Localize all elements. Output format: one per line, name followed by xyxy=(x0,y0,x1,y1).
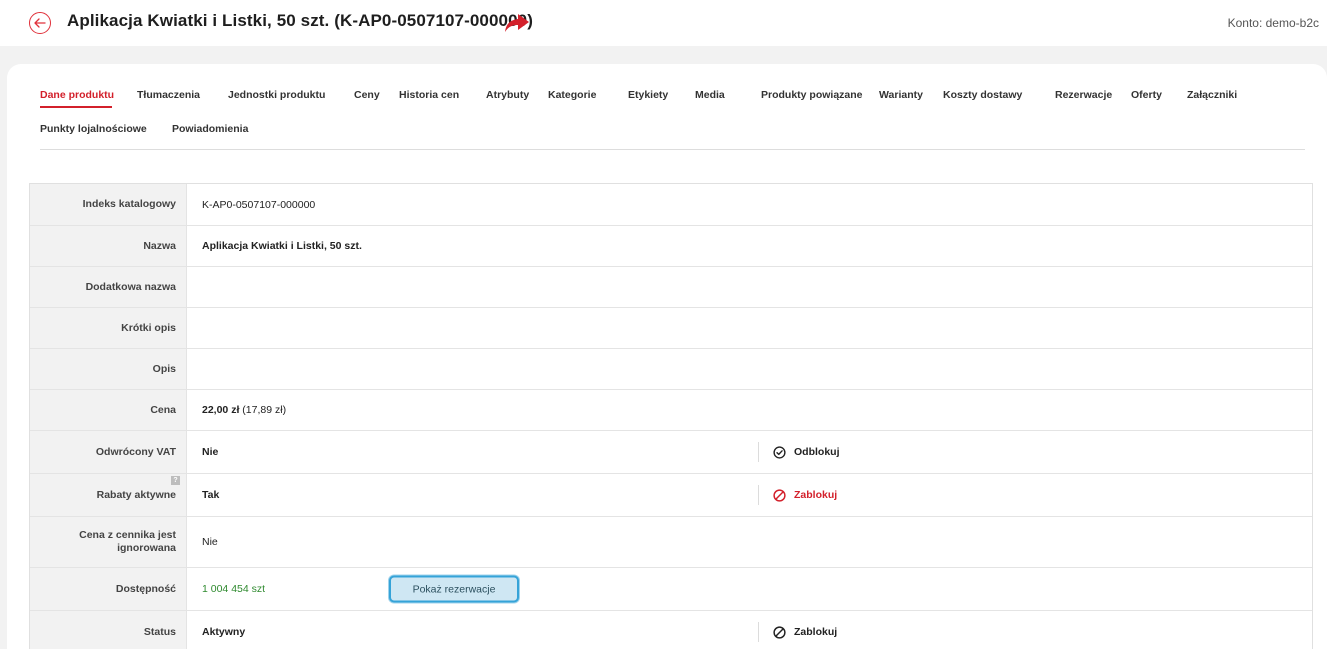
field-label: Nazwa xyxy=(30,226,187,266)
block-status-button[interactable]: Zablokuj xyxy=(758,622,837,642)
tab-bar: Dane produktu Tłumaczenia Jednostki prod… xyxy=(40,87,1305,150)
tab-produkty-powiazane[interactable]: Produkty powiązane xyxy=(761,88,863,102)
tab-media[interactable]: Media xyxy=(695,88,725,102)
row-catalog-index: Indeks katalogowy K-AP0-0507107-000000 xyxy=(30,184,1312,226)
field-label: Opis xyxy=(30,349,187,389)
tab-ceny[interactable]: Ceny xyxy=(354,88,380,102)
tab-etykiety[interactable]: Etykiety xyxy=(628,88,668,102)
block-icon xyxy=(773,625,786,639)
page-title: Aplikacja Kwiatki i Listki, 50 szt. (K-A… xyxy=(67,11,533,30)
field-label: ? Rabaty aktywne xyxy=(30,474,187,516)
block-discounts-button[interactable]: Zablokuj xyxy=(758,485,837,505)
row-ignore-pricelist: Cena z cennika jest ignorowana Nie xyxy=(30,517,1312,568)
row-name: Nazwa Aplikacja Kwiatki i Listki, 50 szt… xyxy=(30,226,1312,267)
tab-rezerwacje[interactable]: Rezerwacje xyxy=(1055,88,1112,102)
account-label: Konto: demo-b2c xyxy=(1227,16,1319,30)
tab-historia-cen[interactable]: Historia cen xyxy=(399,88,459,102)
row-extra-name: Dodatkowa nazwa xyxy=(30,267,1312,308)
reverse-vat-value: Nie Odblokuj xyxy=(187,431,1312,473)
catalog-index-value: K-AP0-0507107-000000 xyxy=(202,198,316,211)
status-text: Aktywny xyxy=(202,626,246,638)
description-value xyxy=(187,349,1312,389)
tab-jednostki-produktu[interactable]: Jednostki produktu xyxy=(228,88,325,102)
label-line1: Cena z cennika jest xyxy=(79,529,176,541)
price-gross: 22,00 zł xyxy=(202,404,240,416)
block-label: Zablokuj xyxy=(794,489,838,501)
short-description-value xyxy=(187,308,1312,348)
row-availability: Dostępność 1 004 454 szt Pokaż rezerwacj… xyxy=(30,568,1312,611)
extra-name-value xyxy=(187,267,1312,307)
back-button[interactable] xyxy=(29,12,51,34)
tab-dane-produktu[interactable]: Dane produktu xyxy=(40,88,114,108)
field-label: Indeks katalogowy xyxy=(30,184,187,225)
price-value: 22,00 zł (17,89 zł) xyxy=(187,390,1312,430)
field-label: Dodatkowa nazwa xyxy=(30,267,187,307)
ignore-pricelist-value: Nie xyxy=(202,536,218,548)
tab-powiadomienia[interactable]: Powiadomienia xyxy=(172,122,248,136)
name-value: Aplikacja Kwiatki i Listki, 50 szt. xyxy=(202,240,362,252)
row-short-description: Krótki opis xyxy=(30,308,1312,349)
help-icon[interactable]: ? xyxy=(171,476,180,485)
availability-text: 1 004 454 szt xyxy=(202,583,266,595)
show-reservations-button[interactable]: Pokaż rezerwacje xyxy=(389,575,519,603)
tab-warianty[interactable]: Warianty xyxy=(879,88,923,102)
row-description: Opis xyxy=(30,349,1312,390)
tab-atrybuty[interactable]: Atrybuty xyxy=(486,88,529,102)
row-price: Cena 22,00 zł (17,89 zł) xyxy=(30,390,1312,431)
active-tab-indicator xyxy=(40,106,112,108)
tab-tlumaczenia[interactable]: Tłumaczenia xyxy=(137,88,200,102)
row-discounts-active: ? Rabaty aktywne Tak Zablokuj xyxy=(30,474,1312,517)
block-label: Zablokuj xyxy=(794,626,838,638)
tab-kategorie[interactable]: Kategorie xyxy=(548,88,596,102)
row-reverse-vat: Odwrócony VAT Nie Odblokuj xyxy=(30,431,1312,474)
label-line2: ignorowana xyxy=(117,542,176,554)
price-net: (17,89 zł) xyxy=(242,404,287,416)
block-icon xyxy=(773,488,786,502)
field-label: Cena xyxy=(30,390,187,430)
page-header: Aplikacja Kwiatki i Listki, 50 szt. (K-A… xyxy=(0,0,1327,46)
field-label: Cena z cennika jest ignorowana xyxy=(30,517,187,567)
reverse-vat-text: Nie xyxy=(202,446,219,458)
field-label: Odwrócony VAT xyxy=(30,431,187,473)
row-status: Status Aktywny Zablokuj xyxy=(30,611,1312,649)
tab-koszty-dostawy[interactable]: Koszty dostawy xyxy=(943,88,1022,102)
tab-punkty-lojalnosciowe[interactable]: Punkty lojalnościowe xyxy=(40,122,147,136)
discounts-text: Tak xyxy=(202,489,220,501)
field-label: Krótki opis xyxy=(30,308,187,348)
discounts-label: Rabaty aktywne xyxy=(96,488,176,501)
check-circle-icon xyxy=(773,445,786,459)
share-arrow-icon[interactable] xyxy=(504,12,530,34)
product-details-table: Indeks katalogowy K-AP0-0507107-000000 N… xyxy=(29,183,1313,649)
unlock-label: Odblokuj xyxy=(794,446,840,458)
status-value: Aktywny Zablokuj xyxy=(187,611,1312,649)
unlock-button[interactable]: Odblokuj xyxy=(758,442,840,462)
arrow-left-icon xyxy=(34,18,46,28)
availability-value: 1 004 454 szt Pokaż rezerwacje xyxy=(187,568,1312,610)
tab-zalaczniki[interactable]: Załączniki xyxy=(1187,88,1237,102)
field-label: Status xyxy=(30,611,187,649)
tab-oferty[interactable]: Oferty xyxy=(1131,88,1162,102)
product-card: Dane produktu Tłumaczenia Jednostki prod… xyxy=(7,64,1327,649)
field-label: Dostępność xyxy=(30,568,187,610)
discounts-value: Tak Zablokuj xyxy=(187,474,1312,516)
